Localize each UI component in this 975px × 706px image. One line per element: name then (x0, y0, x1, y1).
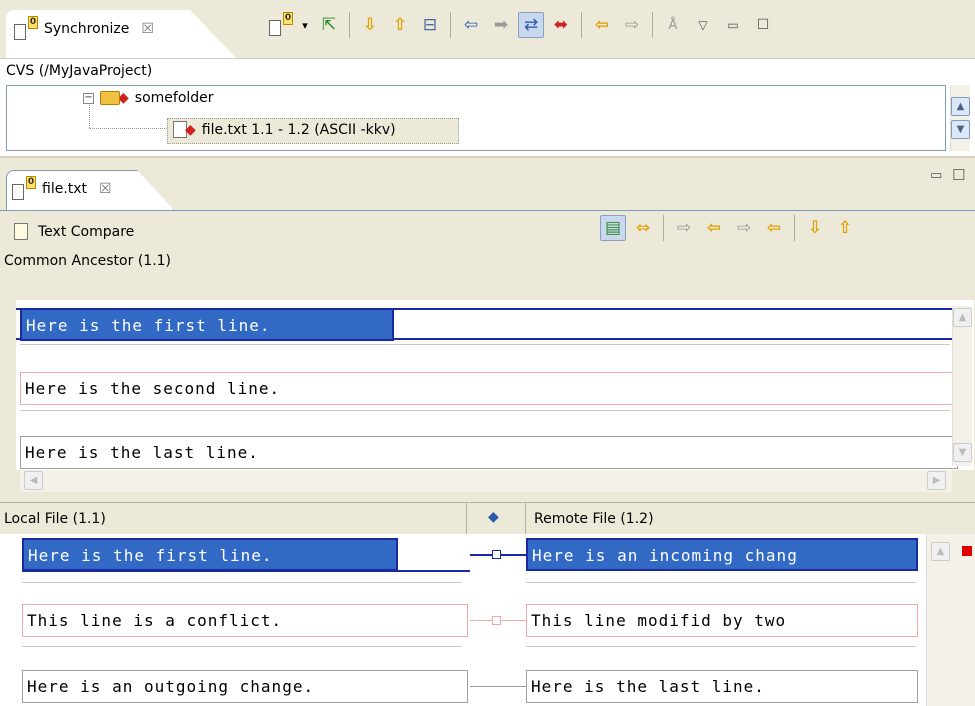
copy-all-left-icon[interactable]: ⇦ (701, 215, 727, 241)
compare-header: Text Compare ▤ ⇔ ⇨ ⇦ ⇨ ⇦ ⇩ ⇧ Common Ance… (0, 210, 975, 274)
compare-editor-icon: 0 (12, 176, 36, 200)
synchronize-tree: − ◆ somefolder ◆ file.txt 1.1 - 1.2 (ASC… (6, 85, 946, 151)
local-line-3[interactable]: Here is an outgoing change. (22, 670, 468, 703)
synchronize-tab-label: Synchronize (44, 21, 130, 37)
remote-line-3[interactable]: Here is the last line. (526, 670, 918, 703)
merge-header: Local File (1.1) ◆ Remote File (1.2) (0, 502, 975, 535)
maximize-icon[interactable]: ☐ (952, 166, 965, 184)
toolbar-separator (652, 12, 653, 38)
conflict-marker-icon[interactable] (962, 546, 972, 556)
copy-current-right-icon[interactable]: ⇨ (731, 215, 757, 241)
next-diff-icon[interactable]: ⇩ (357, 12, 383, 38)
ancestor-line-3[interactable]: Here is the last line. (20, 436, 958, 469)
scroll-left-icon[interactable]: ◀ (24, 471, 43, 490)
commit-icon[interactable]: ⇱ (316, 12, 342, 38)
copy-all-right-icon[interactable]: ⇨ (671, 215, 697, 241)
synchronize-icon[interactable]: 0 (268, 12, 294, 38)
tree-item-file-content[interactable]: ◆ file.txt 1.1 - 1.2 (ASCII -kkv) (173, 121, 396, 138)
folder-icon (100, 91, 120, 105)
maximize-icon[interactable]: ☐ (750, 12, 776, 38)
compare-title-label: Text Compare (38, 223, 135, 240)
local-pane[interactable]: Here is the first line. This line is a c… (0, 534, 470, 706)
tree-scrollbar[interactable]: ▲ ▼ (950, 85, 970, 151)
copy-current-left-icon[interactable]: ⇦ (761, 215, 787, 241)
remove-icon[interactable]: Å (660, 12, 686, 38)
collapse-expander-icon[interactable]: − (83, 92, 94, 104)
previous-diff-icon[interactable]: ⇧ (832, 215, 858, 241)
previous-diff-icon[interactable]: ⇧ (387, 12, 413, 38)
toolbar-separator (663, 215, 664, 241)
toolbar-separator (349, 12, 350, 38)
both-mode-icon[interactable]: ⇄ (518, 12, 544, 38)
close-icon[interactable]: ☒ (99, 181, 112, 197)
synchronize-tab-content[interactable]: 0 Synchronize ☒ (14, 16, 154, 40)
remote-line-1[interactable]: Here is an incoming chang (526, 538, 918, 571)
file-label: file.txt 1.1 - 1.2 (ASCII -kkv) (201, 121, 396, 138)
synchronize-view-icon: 0 (14, 16, 38, 40)
next-diff-icon[interactable]: ⇩ (802, 215, 828, 241)
toolbar-separator (450, 12, 451, 38)
conflicts-mode-icon[interactable]: ⬌ (548, 12, 574, 38)
compare-title: Text Compare (14, 223, 134, 240)
minimize-icon[interactable]: ▭ (930, 168, 942, 183)
scroll-down-icon[interactable]: ▼ (953, 443, 972, 462)
tree-item-folder[interactable]: − ◆ somefolder (83, 90, 214, 106)
scroll-down-icon[interactable]: ▼ (951, 120, 970, 139)
local-line-1[interactable]: Here is the first line. (22, 538, 398, 571)
dropdown-arrow-icon[interactable]: ▾ (298, 12, 312, 38)
overview-ruler[interactable] (956, 534, 975, 706)
show-ancestor-icon[interactable]: ▤ (600, 215, 626, 241)
copy-to-left-icon[interactable]: ◆ (488, 509, 499, 525)
collapse-all-icon[interactable]: ⊟ (417, 12, 443, 38)
tree-root-label: CVS (/MyJavaProject) (6, 63, 153, 79)
editor-tab-label: file.txt (42, 181, 88, 197)
connector-marker (492, 616, 501, 625)
remote-vscrollbar[interactable]: ▲ (926, 534, 956, 706)
remote-pane[interactable]: Here is an incoming chang This line modi… (526, 534, 926, 706)
ancestor-line-2[interactable]: Here is the second line. (20, 372, 958, 405)
scroll-up-icon[interactable]: ▲ (953, 308, 972, 327)
conflict-icon: ◆ (185, 121, 196, 138)
ancestor-pane-label: Common Ancestor (1.1) (4, 253, 172, 269)
toolbar-separator (581, 12, 582, 38)
merge-connector-gutter (470, 534, 526, 706)
synchronize-toolbar: 0 ▾ ⇱ ⇩ ⇧ ⊟ ⇦ ➡ ⇄ ⬌ ⇦ ⇨ Å ▽ ▭ ☐ (268, 10, 776, 40)
close-icon[interactable]: ☒ (141, 21, 154, 37)
ancestor-pane[interactable]: Here is the first line. Here is the seco… (16, 300, 974, 470)
copy-left-icon[interactable]: ⇦ (589, 12, 615, 38)
copy-right-icon[interactable]: ⇨ (619, 12, 645, 38)
local-pane-label: Local File (1.1) (4, 511, 106, 527)
editor-tab-content[interactable]: 0 file.txt ☒ (12, 176, 112, 200)
synchronize-view-tabbar: 0 Synchronize ☒ 0 ▾ ⇱ ⇩ ⇧ ⊟ ⇦ ➡ ⇄ ⬌ ⇦ ⇨ … (0, 0, 975, 58)
toolbar-separator (794, 215, 795, 241)
ignore-whitespace-icon[interactable]: ⇔ (630, 215, 656, 241)
scroll-right-icon[interactable]: ▶ (927, 471, 946, 490)
local-line-2[interactable]: This line is a conflict. (22, 604, 468, 637)
outgoing-mode-icon[interactable]: ➡ (488, 12, 514, 38)
ancestor-line-1[interactable]: Here is the first line. (20, 308, 394, 341)
scroll-up-icon[interactable]: ▲ (931, 542, 950, 561)
ancestor-vscrollbar[interactable]: ▲ ▼ (952, 306, 972, 466)
incoming-mode-icon[interactable]: ⇦ (458, 12, 484, 38)
scroll-up-icon[interactable]: ▲ (951, 97, 970, 116)
text-compare-icon (14, 223, 28, 240)
connector-marker (492, 550, 501, 559)
compare-toolbar: ▤ ⇔ ⇨ ⇦ ⇨ ⇦ ⇩ ⇧ (600, 215, 858, 241)
remote-line-2[interactable]: This line modifid by two (526, 604, 918, 637)
synchronize-tree-panel: CVS (/MyJavaProject) − ◆ somefolder ◆ fi… (0, 58, 975, 156)
view-menu-icon[interactable]: ▽ (690, 12, 716, 38)
remote-pane-label: Remote File (1.2) (534, 511, 654, 527)
ancestor-hscrollbar[interactable]: ◀ ▶ (20, 470, 952, 492)
minimize-icon[interactable]: ▭ (720, 12, 746, 38)
folder-label: somefolder (134, 90, 214, 106)
